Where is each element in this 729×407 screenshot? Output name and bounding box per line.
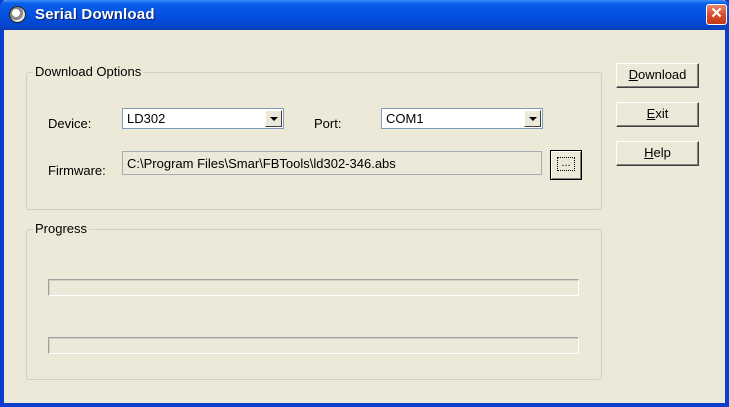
progress-title: Progress xyxy=(33,221,90,236)
port-label: Port: xyxy=(314,116,342,131)
serial-download-window: Serial Download ✕ Download Options Devic… xyxy=(0,0,729,407)
download-options-group: Download Options xyxy=(26,64,602,210)
firmware-value: C:\Program Files\Smar\FBTools\ld302-346.… xyxy=(127,156,396,171)
download-mnemonic: D xyxy=(628,67,638,82)
window-title: Serial Download xyxy=(35,6,155,23)
help-label: elp xyxy=(653,145,671,160)
help-button[interactable]: Help xyxy=(616,141,699,166)
device-value: LD302 xyxy=(127,111,166,126)
port-select[interactable]: COM1 xyxy=(381,108,543,129)
title-bar[interactable]: Serial Download ✕ xyxy=(0,0,729,30)
browse-button-label: ... xyxy=(557,157,575,171)
download-button[interactable]: Download xyxy=(616,63,699,88)
chevron-down-icon[interactable] xyxy=(265,110,282,127)
help-mnemonic: H xyxy=(644,145,654,160)
device-label: Device: xyxy=(48,116,92,131)
progress-bar-1 xyxy=(48,279,579,296)
browse-button[interactable]: ... xyxy=(550,150,582,180)
exit-button[interactable]: Exit xyxy=(616,102,699,127)
port-value: COM1 xyxy=(386,111,424,126)
progress-bar-2 xyxy=(48,337,579,354)
exit-label: xit xyxy=(655,106,669,121)
download-label: ownload xyxy=(637,67,687,82)
app-icon xyxy=(9,6,26,23)
download-options-title: Download Options xyxy=(33,64,144,79)
progress-group: Progress xyxy=(26,221,602,380)
chevron-down-icon[interactable] xyxy=(524,110,541,127)
close-button[interactable]: ✕ xyxy=(706,4,727,25)
firmware-label: Firmware: xyxy=(48,163,106,178)
device-select[interactable]: LD302 xyxy=(122,108,284,129)
firmware-field: C:\Program Files\Smar\FBTools\ld302-346.… xyxy=(122,151,542,175)
